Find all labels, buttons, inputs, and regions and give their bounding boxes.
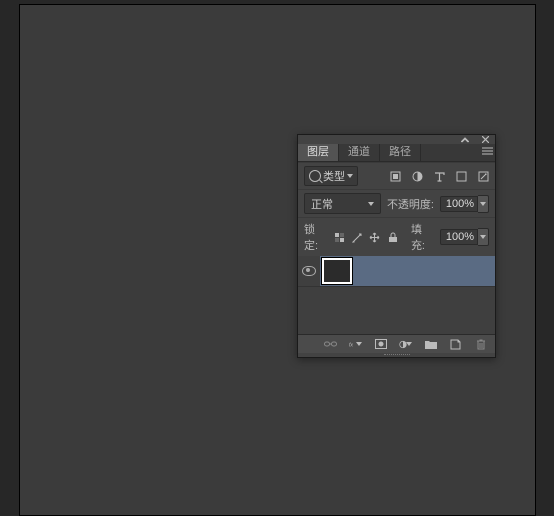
tab-paths[interactable]: 路径 bbox=[380, 144, 421, 161]
panel-resize-handle[interactable] bbox=[298, 353, 495, 357]
panel-tabs: 图层 通道 路径 bbox=[298, 144, 495, 162]
new-layer-icon[interactable] bbox=[449, 338, 462, 351]
opacity-stepper[interactable] bbox=[478, 195, 489, 213]
collapse-icon[interactable] bbox=[459, 134, 471, 146]
chevron-down-icon bbox=[368, 202, 374, 206]
filter-kind-dropdown[interactable]: 类型 bbox=[304, 166, 358, 186]
layers-list[interactable] bbox=[298, 256, 495, 334]
filter-smart-icon[interactable] bbox=[477, 170, 489, 182]
layer-thumbnail[interactable] bbox=[322, 258, 352, 284]
add-adjustment-icon[interactable] bbox=[399, 338, 412, 351]
svg-text:fx: fx bbox=[349, 342, 353, 348]
tab-layers[interactable]: 图层 bbox=[298, 144, 339, 161]
fill-field[interactable]: 100% bbox=[440, 228, 489, 246]
eye-icon bbox=[302, 266, 316, 276]
layer-row[interactable] bbox=[298, 256, 495, 287]
tab-label: 通道 bbox=[348, 146, 370, 158]
panel-titlebar bbox=[298, 135, 495, 144]
lock-pixels-icon[interactable] bbox=[351, 231, 363, 244]
link-layers-icon[interactable] bbox=[324, 338, 337, 351]
tab-channels[interactable]: 通道 bbox=[339, 144, 380, 161]
lock-position-icon[interactable] bbox=[369, 231, 381, 244]
layer-fx-icon[interactable]: fx bbox=[349, 338, 362, 351]
tab-label: 路径 bbox=[389, 146, 411, 158]
filter-adjust-icon[interactable] bbox=[411, 170, 423, 182]
filter-row: 类型 bbox=[298, 162, 495, 189]
lock-all-icon[interactable] bbox=[387, 231, 399, 244]
chevron-down-icon bbox=[356, 342, 362, 346]
fill-label: 填充: bbox=[411, 221, 434, 253]
opacity-label: 不透明度: bbox=[387, 196, 434, 212]
chevron-down-icon bbox=[347, 174, 353, 178]
chevron-down-icon bbox=[480, 202, 486, 206]
search-icon bbox=[309, 170, 321, 182]
add-mask-icon[interactable] bbox=[374, 338, 387, 351]
chevron-down-icon bbox=[406, 342, 412, 346]
filter-kind-label: 类型 bbox=[323, 168, 345, 184]
blend-mode-value: 正常 bbox=[311, 196, 333, 212]
delete-layer-icon[interactable] bbox=[474, 338, 487, 351]
filter-shape-icon[interactable] bbox=[455, 170, 467, 182]
blend-mode-dropdown[interactable]: 正常 bbox=[304, 193, 381, 214]
panel-menu-icon[interactable] bbox=[479, 144, 495, 161]
opacity-field[interactable]: 100% bbox=[440, 195, 489, 213]
layer-visibility-toggle[interactable] bbox=[298, 266, 320, 276]
lock-label: 锁定: bbox=[304, 221, 327, 253]
tab-label: 图层 bbox=[307, 146, 329, 158]
fill-value[interactable]: 100% bbox=[440, 229, 478, 245]
lock-transparency-icon[interactable] bbox=[333, 231, 345, 244]
layers-panel: 图层 通道 路径 类型 正常 bbox=[297, 134, 496, 358]
blend-row: 正常 不透明度: 100% bbox=[298, 189, 495, 217]
filter-pixel-icon[interactable] bbox=[389, 170, 401, 182]
opacity-value[interactable]: 100% bbox=[440, 196, 478, 212]
filter-type-icons bbox=[389, 170, 489, 182]
new-group-icon[interactable] bbox=[424, 338, 437, 351]
chevron-down-icon bbox=[480, 235, 486, 239]
filter-type-icon[interactable] bbox=[433, 170, 445, 182]
layer-item[interactable] bbox=[320, 256, 495, 286]
lock-row: 锁定: 填充: 100% bbox=[298, 217, 495, 256]
fill-stepper[interactable] bbox=[478, 228, 489, 246]
panel-footer: fx bbox=[298, 334, 495, 353]
